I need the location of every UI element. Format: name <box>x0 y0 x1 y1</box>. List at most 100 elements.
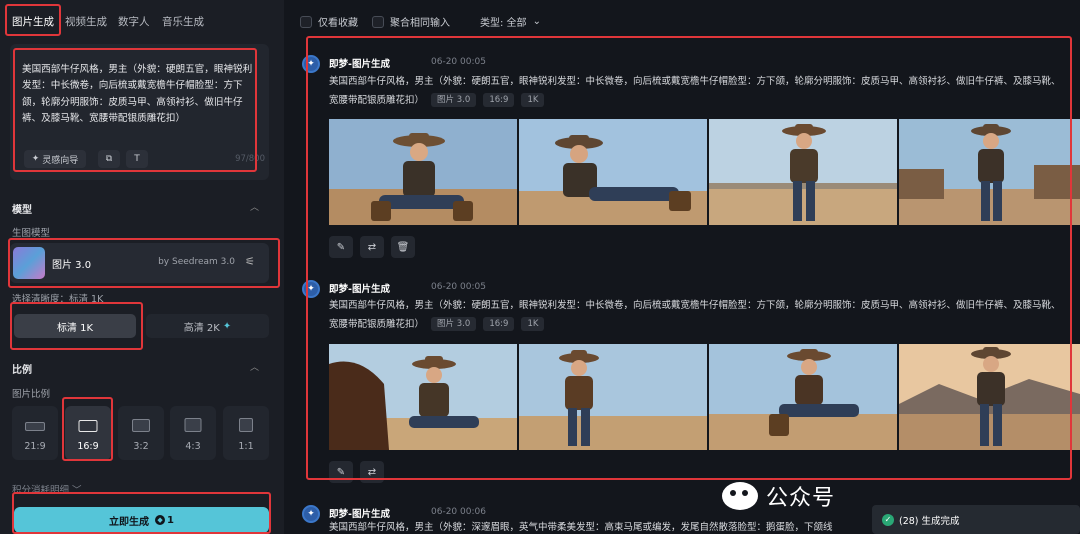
edit-button[interactable]: ✎ <box>329 461 353 483</box>
refresh-icon: ⇄ <box>367 241 377 253</box>
generated-image[interactable] <box>519 344 707 450</box>
generate-button[interactable]: 立即生成 ◆ 1 <box>14 507 269 533</box>
jimeng-logo-icon: ✦ <box>302 505 320 523</box>
credit-cost: ◆ 1 <box>155 515 174 526</box>
tag-model: 图片 3.0 <box>431 93 477 107</box>
pencil-icon: ✎ <box>336 466 346 478</box>
prompt-box[interactable]: 美国西部牛仔风格，男主（外貌：硬朗五官，眼神锐利发型：中长微卷，向后梳或戴宽檐牛… <box>10 44 269 180</box>
ratio-section-title: 比例 <box>12 365 32 376</box>
status-badge: ✓ (28) 生成完成 <box>872 505 1080 534</box>
ratio-shape-icon <box>132 419 150 432</box>
ratio-shape-icon <box>184 418 202 432</box>
ratio-option-3-2[interactable]: 3:2 <box>118 406 164 460</box>
ratio-sub-label: 图片比例 <box>12 389 51 400</box>
regenerate-button[interactable]: ⇄ <box>360 461 384 483</box>
model-thumbnail <box>13 247 45 279</box>
credits-label: 积分消耗明细 <box>12 485 70 496</box>
tag-ratio: 16:9 <box>483 93 515 107</box>
type-filter[interactable]: 类型: 全部 ⌄ <box>480 14 541 29</box>
tag-model: 图片 3.0 <box>431 317 477 331</box>
resolution-1k-label: 标清 1K <box>56 322 94 334</box>
ratio-option-16-9[interactable]: 16:9 <box>65 406 111 460</box>
edit-button[interactable]: ✎ <box>329 236 353 258</box>
model-name: 图片 3.0 <box>52 260 92 271</box>
prompt-toolbar: ✦ 灵感向导 ⧉ T 97/800 <box>20 150 265 170</box>
model-section-title: 模型 <box>12 205 32 216</box>
generated-image[interactable] <box>899 119 1080 225</box>
prompt-input[interactable]: 美国西部牛仔风格，男主（外貌：硬朗五官，眼神锐利发型：中长微卷，向后梳或戴宽檐牛… <box>22 62 254 127</box>
ratio-label: 21:9 <box>24 441 46 452</box>
resolution-label: 选择清晰度：标清 1K <box>12 294 104 305</box>
chevron-up-icon[interactable]: ︿ <box>250 360 259 373</box>
ratio-label: 3:2 <box>133 441 149 452</box>
generated-image[interactable] <box>329 344 517 450</box>
chevron-up-icon[interactable]: ︿ <box>250 200 259 213</box>
generated-image[interactable] <box>519 119 707 225</box>
tag-resolution: 1K <box>521 317 545 331</box>
generated-image[interactable] <box>709 119 897 225</box>
top-tabs: 图片生成 视频生成 数字人 音乐生成 <box>0 0 284 44</box>
ratio-option-1-1[interactable]: 1:1 <box>223 406 269 460</box>
resolution-2k-label: 高清 2K <box>183 322 220 334</box>
entry-title: 即梦-图片生成 <box>329 59 390 70</box>
sparkle-icon: ✦ <box>222 320 232 332</box>
regenerate-button[interactable]: ⇄ <box>360 236 384 258</box>
ratio-shape-icon <box>78 420 98 432</box>
tab-music-generation[interactable]: 音乐生成 <box>162 14 204 29</box>
model-provider: by Seedream 3.0 <box>158 257 235 267</box>
ratio-label: 16:9 <box>77 441 99 452</box>
generated-image[interactable] <box>709 344 897 450</box>
status-badge-text: (28) 生成完成 <box>899 515 960 527</box>
ratio-shape-icon <box>25 422 45 431</box>
favorites-filter[interactable]: 仅看收藏 <box>300 14 358 29</box>
entry-time: 06-20 00:05 <box>431 57 486 67</box>
resolution-1k-button[interactable]: 标清 1K <box>14 314 136 338</box>
ratio-label: 1:1 <box>238 441 254 452</box>
credits-detail-link[interactable]: 积分消耗明细 ﹀ <box>12 482 82 496</box>
generated-image[interactable] <box>899 344 1080 450</box>
sparkle-icon: ✦ <box>31 154 40 164</box>
ratio-option-21-9[interactable]: 21:9 <box>12 406 58 460</box>
resolution-2k-button[interactable]: 高清 2K ✦ <box>146 314 269 338</box>
credit-cost-value: 1 <box>167 514 174 526</box>
tab-digital-human[interactable]: 数字人 <box>118 14 150 29</box>
pencil-icon: ✎ <box>336 241 346 253</box>
watermark: 公众号 <box>722 480 835 512</box>
model-sub-label: 生图模型 <box>12 228 51 239</box>
ratio-label: 4:3 <box>185 441 201 452</box>
favorites-filter-label: 仅看收藏 <box>318 18 358 29</box>
checkbox[interactable] <box>300 15 312 28</box>
inspiration-label: 灵感向导 <box>42 155 79 166</box>
entry-time: 06-20 00:05 <box>431 282 486 292</box>
chevron-down-icon: ⌄ <box>532 16 541 27</box>
model-selector[interactable]: 图片 3.0 by Seedream 3.0 ⚟ <box>10 243 269 283</box>
generate-label: 立即生成 <box>109 516 150 528</box>
type-filter-label: 类型: 全部 <box>480 18 527 29</box>
entry-prompt: 美国西部牛仔风格，男主（外貌：深邃眉眼，英气中带柔美发型：高束马尾或编发，发尾自… <box>329 521 869 534</box>
refresh-icon: ⇄ <box>367 466 377 478</box>
ratio-option-4-3[interactable]: 4:3 <box>170 406 216 460</box>
entry-prompt: 美国西部牛仔风格，男主（外貌：硬朗五官，眼神锐利发型：中长微卷，向后梳或戴宽檐牛… <box>329 296 1069 334</box>
image-reference-button[interactable]: ⧉ <box>98 150 120 168</box>
results-panel: 仅看收藏 聚合相同输入 类型: 全部 ⌄ ✦ 即梦-图片生成 06-20 00:… <box>290 0 1080 534</box>
tab-video-generation[interactable]: 视频生成 <box>65 14 107 29</box>
trash-icon: 🗑 <box>396 241 410 253</box>
image-icon: ⧉ <box>105 154 113 164</box>
char-count: 97/800 <box>235 154 265 164</box>
merge-filter[interactable]: 聚合相同输入 <box>372 14 450 29</box>
generated-image[interactable] <box>329 119 517 225</box>
entry-prompt-text: 美国西部牛仔风格，男主（外貌：深邃眉眼，英气中带柔美发型：高束马尾或编发，发尾自… <box>329 522 833 533</box>
inspiration-button[interactable]: ✦ 灵感向导 <box>24 150 86 168</box>
ratio-shape-icon <box>239 418 253 432</box>
wechat-icon <box>722 482 758 510</box>
checkbox[interactable] <box>372 15 384 28</box>
jimeng-logo-icon: ✦ <box>302 55 320 73</box>
credit-icon: ◆ <box>155 515 166 525</box>
jimeng-logo-icon: ✦ <box>302 280 320 298</box>
delete-button[interactable]: 🗑 <box>391 236 415 258</box>
tab-image-generation[interactable]: 图片生成 <box>12 14 54 29</box>
text-format-button[interactable]: T <box>126 150 148 168</box>
sliders-icon[interactable]: ⚟ <box>245 255 255 268</box>
watermark-text: 公众号 <box>766 486 836 511</box>
entry-time: 06-20 00:06 <box>431 507 486 517</box>
